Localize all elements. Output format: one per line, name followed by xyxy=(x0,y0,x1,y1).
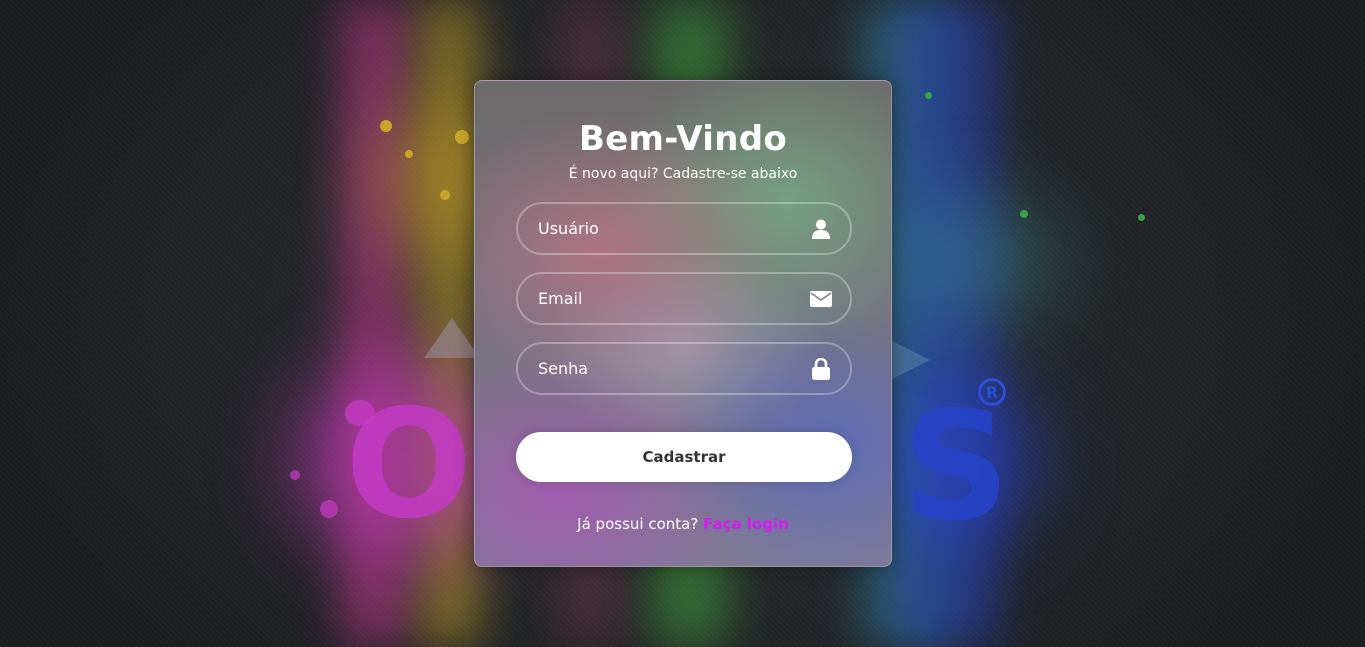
splat xyxy=(1138,214,1145,221)
form-subtitle: É novo aqui? Cadastre-se abaixo xyxy=(568,166,798,182)
splat xyxy=(925,92,932,99)
username-field xyxy=(516,202,852,255)
splat xyxy=(455,130,469,144)
splat xyxy=(440,190,450,200)
login-prompt-text: Já possui conta? xyxy=(577,515,699,533)
registered-mark: R xyxy=(978,378,1006,406)
logo-letter-blue: S xyxy=(902,380,1010,554)
signup-card: Bem-Vindo É novo aqui? Cadastre-se abaix… xyxy=(474,80,892,567)
splat xyxy=(320,500,338,518)
splat xyxy=(345,400,375,426)
email-field xyxy=(516,272,852,325)
splat xyxy=(1020,210,1028,218)
username-input[interactable] xyxy=(518,204,850,253)
splat xyxy=(380,120,392,132)
lock-icon xyxy=(810,357,832,380)
splat xyxy=(290,470,300,480)
envelope-icon xyxy=(810,288,832,310)
register-button[interactable]: Cadastrar xyxy=(516,432,852,482)
email-input[interactable] xyxy=(518,274,850,323)
glow-teal xyxy=(900,200,1060,320)
user-icon xyxy=(810,218,832,240)
splat xyxy=(405,150,413,158)
login-link[interactable]: Faça login xyxy=(703,515,789,533)
form-title: Bem-Vindo xyxy=(578,119,787,159)
password-input[interactable] xyxy=(518,344,850,393)
password-field xyxy=(516,342,852,395)
login-prompt: Já possui conta? Faça login xyxy=(475,515,891,533)
